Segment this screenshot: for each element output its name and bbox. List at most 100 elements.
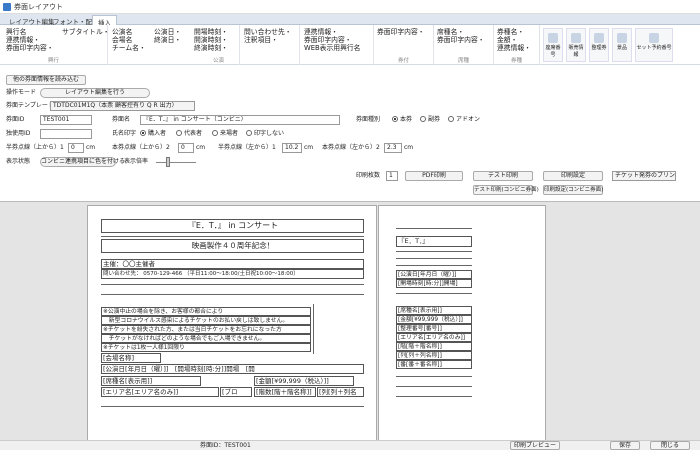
ribbon-item-close-time[interactable]: 終演時刻・: [194, 44, 228, 52]
stub-field[interactable]: [整理番号[番号]]: [396, 324, 472, 333]
print-radio-none[interactable]: 印字しない: [246, 130, 284, 138]
app-icon: [3, 3, 11, 11]
stub-field[interactable]: [列[列＋列名称]]: [396, 351, 472, 360]
gift-button[interactable]: 景品: [612, 28, 632, 62]
ticket-name-label: 券面名: [112, 116, 131, 123]
ribbon-item-open-time[interactable]: 開場時刻・: [194, 28, 228, 36]
ticket-note[interactable]: ※チケットは1枚一人様1回限り: [101, 343, 311, 352]
ticket-id-input[interactable]: TEST001: [40, 115, 92, 125]
radio-icon: [392, 116, 398, 122]
ribbon-item-notes[interactable]: 注釈項目・: [244, 36, 278, 44]
ticket-note[interactable]: ※公演中止の場合を除き、お客様の都合により: [101, 307, 311, 316]
ribbon-item-seat-print[interactable]: 券面印字内容・: [437, 36, 485, 44]
ribbon-item-price[interactable]: 金額・: [497, 36, 517, 44]
ticket-type-radio-main[interactable]: 本券: [392, 116, 412, 124]
field-seat-type[interactable]: [席種名[表示用]]: [101, 376, 201, 386]
template-select[interactable]: TDTDC01M1Q（本票 顧客控有り Q R 出力）: [50, 101, 195, 111]
ticket-type-radio-addon[interactable]: アドオン: [448, 116, 480, 124]
ticket-note[interactable]: ※チケットを紛失された方、または当日チケットをお忘れになった方: [101, 325, 311, 334]
zoom-slider-thumb[interactable]: [166, 157, 170, 167]
field-area[interactable]: [エリア名[エリア名のみ]]: [101, 387, 219, 397]
field-date-time[interactable]: [公演日[年月日（曜）]] [開場時刻[時:分]]開場 [開: [101, 364, 364, 374]
ticket-order-button[interactable]: 整理券: [589, 28, 609, 62]
layout-edit-mode-button[interactable]: レイアウト編集を行う: [40, 88, 150, 98]
stub-field[interactable]: [開場時刻[時:分]]開場]: [396, 279, 472, 288]
ribbon-item-end-date[interactable]: 終演日・: [154, 36, 181, 44]
stub-title[interactable]: 『E．T．』: [396, 236, 472, 247]
field-block[interactable]: [ブロ: [220, 387, 252, 397]
print-radio-visitor[interactable]: 来場者: [212, 130, 238, 138]
stub-field[interactable]: [公演日[年月日（曜）]]: [396, 270, 472, 279]
ticket-subtitle[interactable]: 映画製作４０周年記念！: [101, 239, 364, 253]
field-row[interactable]: [列[列＋列名: [317, 387, 364, 397]
ribbon-item-link-info[interactable]: 連携情報・: [6, 36, 40, 44]
radio-icon: [212, 130, 218, 136]
pdf-print-button[interactable]: PDF印刷: [405, 171, 463, 181]
ticket-title[interactable]: 『E．T．』 in コンサート: [101, 219, 364, 233]
stub-field[interactable]: [番[番＋番名称]]: [396, 360, 472, 369]
stub-rule: [396, 228, 472, 229]
ribbon-item-seat-name[interactable]: 席種名・: [437, 28, 464, 36]
stub-field[interactable]: [エリア名[エリア名のみ]]: [396, 333, 472, 342]
field-venue[interactable]: [会場名称]: [101, 353, 161, 363]
ribbon-item-start-time[interactable]: 開演時刻・: [194, 36, 228, 44]
ticket-note[interactable]: チケットがなければどのような場合でもご入場できません。: [101, 334, 311, 343]
ribbon-item-ticket-type[interactable]: 券種名・: [497, 28, 524, 36]
ribbon-item-kogyo-name[interactable]: 興行名: [6, 28, 26, 36]
ribbon-item-print-content-2[interactable]: 券面印字内容・: [304, 36, 352, 44]
ribbon-group-kogyo: 興行名 連携情報・ 券面印字内容・ サブタイトル・ 興行: [0, 25, 110, 65]
ribbon-item-link-info-3[interactable]: 連携情報・: [497, 44, 531, 52]
ribbon-item-subtitle[interactable]: サブタイトル・: [62, 28, 110, 36]
ticket-contact[interactable]: 問い合わせ先： 0570-129-466 （平日11:00〜18:00/土日祝1…: [101, 269, 364, 279]
ticket-type-label: 券面種別: [356, 116, 381, 123]
ribbon-item-print-content[interactable]: 券面印字内容・: [6, 44, 54, 52]
ribbon-item-contact[interactable]: 問い合わせ先・: [244, 28, 292, 36]
color-conv-items-button[interactable]: コンビニ連携項目に色を付ける: [40, 157, 125, 167]
load-other-ticket-button[interactable]: 他の券面情報を読み込む: [6, 75, 86, 85]
stub-field[interactable]: [席種名[表示用]]: [396, 306, 472, 315]
ribbon-item-venue[interactable]: 会場名: [112, 36, 132, 44]
test-print-conv-button[interactable]: テスト印刷(コンビニ券面): [473, 185, 539, 195]
ticket-organizer[interactable]: 主催：〇〇主催者: [101, 259, 364, 269]
stub-rule: [396, 251, 472, 252]
print-settings-button[interactable]: 印刷設定: [543, 171, 603, 181]
ribbon-item-koen-name[interactable]: 公演名: [112, 28, 132, 36]
ribbon-item-web-name[interactable]: WEB表示用興行名: [304, 44, 360, 52]
stub-field[interactable]: [階[階＋階名称]]: [396, 342, 472, 351]
ticket-preview-area[interactable]: 『E．T．』 in コンサート 映画製作４０周年記念！ 主催：〇〇主催者 問い合…: [0, 201, 700, 450]
test-print-button[interactable]: テスト印刷: [473, 171, 533, 181]
seat-number-button[interactable]: 座席番号: [543, 28, 563, 62]
main-left-input[interactable]: 2.3: [384, 143, 402, 153]
main-top-input[interactable]: 0: [178, 143, 194, 153]
set-reservation-button[interactable]: セット予約番号: [635, 28, 673, 62]
print-settings-conv-button[interactable]: 印刷設定(コンビニ券面): [543, 185, 603, 195]
ribbon-item-ticket-print[interactable]: 券面印字内容・: [377, 28, 425, 36]
print-radio-buyer[interactable]: 購入者: [140, 130, 166, 138]
ribbon-tabs: レイアウト編集 フォント・配置 挿入: [0, 14, 700, 27]
unit-label: cm: [404, 144, 414, 151]
copies-input[interactable]: 1: [386, 171, 398, 181]
print-radio-representative[interactable]: 代表者: [176, 130, 202, 138]
ribbon-item-koen-date[interactable]: 公演日・: [154, 28, 181, 36]
stub-top-input[interactable]: 0: [68, 143, 84, 153]
field-price[interactable]: [金額[¥99,999（税込）]]: [254, 376, 354, 386]
ticket-type-radio-sub[interactable]: 副券: [420, 116, 440, 124]
ticket-name-input[interactable]: 『E．T．』 in コンサート（コンビニ）: [140, 115, 340, 125]
ribbon-item-link-info-2[interactable]: 連携情報・: [304, 28, 338, 36]
maker-id-input[interactable]: [40, 129, 92, 139]
zoom-slider-track[interactable]: [156, 162, 196, 163]
sales-info-button[interactable]: 販売情報: [566, 28, 586, 62]
ticket-note[interactable]: 新型コロナウイルス感染によるチケットのお払い戻しは致しません。: [101, 316, 311, 325]
stub-left-input[interactable]: 10.2: [282, 143, 302, 153]
ribbon-item-team[interactable]: チーム名・: [112, 44, 146, 52]
stub-field[interactable]: [金額[¥99,999（税込）]]: [396, 315, 472, 324]
tab-insert[interactable]: 挿入: [92, 15, 117, 27]
printer-select[interactable]: チケット発券のプリンタ: [612, 171, 676, 181]
radio-label: 来場者: [220, 130, 239, 137]
ribbon-group-ticket: 券面印字内容・ 券付: [374, 25, 434, 65]
field-floor[interactable]: [階数[階＋階名称]]: [254, 387, 316, 397]
ribbon-group-label: 席種: [457, 58, 469, 64]
ribbon-group-label: 興行: [47, 58, 59, 64]
zoom-label: 表示倍率: [124, 158, 149, 165]
ticket-main-page: 『E．T．』 in コンサート 映画製作４０周年記念！ 主催：〇〇主催者 問い合…: [87, 205, 377, 450]
